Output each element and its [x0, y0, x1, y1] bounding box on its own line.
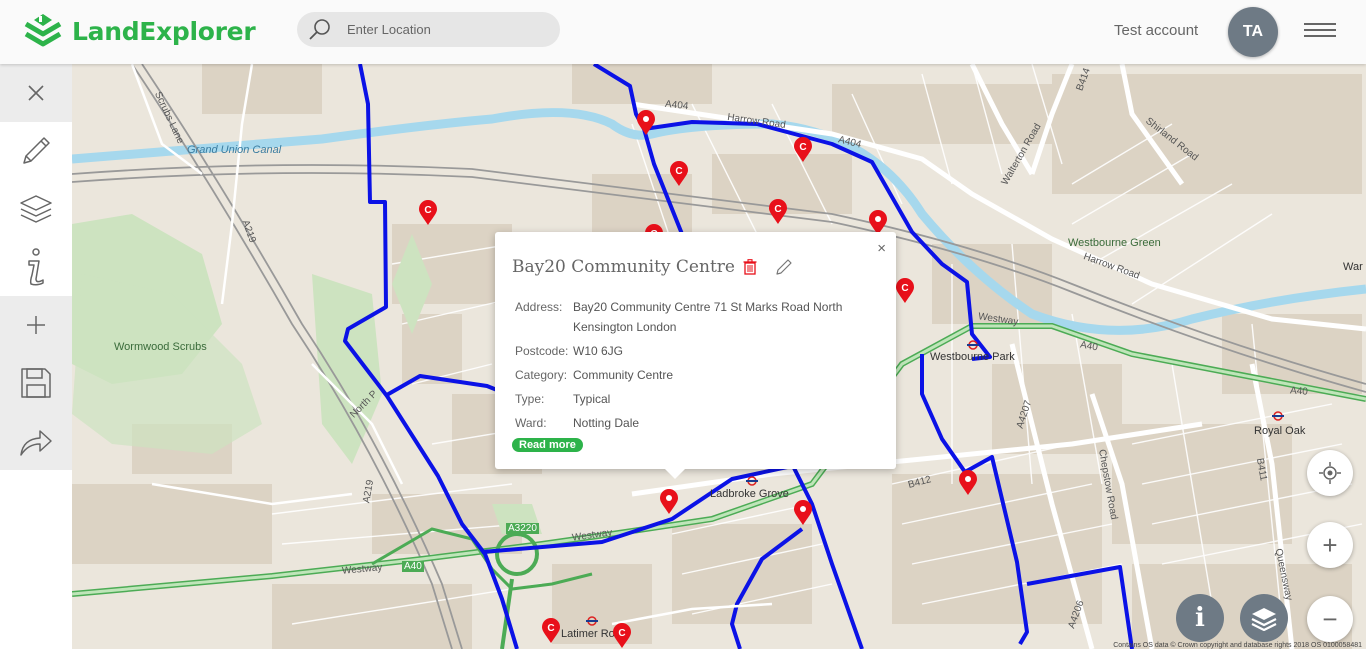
- pencil-icon: [23, 137, 50, 164]
- community-marker[interactable]: C: [418, 200, 438, 226]
- community-marker[interactable]: C: [669, 161, 689, 187]
- address-label: Address:: [515, 300, 563, 314]
- address-value: Bay20 Community Centre 71 St Marks Road …: [573, 300, 843, 334]
- ward-value: Notting Dale: [573, 416, 640, 430]
- popup-row-postcode: Postcode: W10 6JG: [515, 341, 863, 361]
- popup-row-category: Category: Community Centre: [515, 365, 863, 385]
- popup-pointer: [665, 469, 685, 479]
- ward-label: Ward:: [515, 416, 547, 430]
- svg-text:C: C: [424, 205, 431, 216]
- locate-button[interactable]: [1307, 450, 1353, 496]
- category-label: Category:: [515, 368, 568, 382]
- label-royal-oak: Royal Oak: [1254, 425, 1306, 437]
- search-input[interactable]: [345, 21, 549, 38]
- edit-pencil-icon[interactable]: [775, 258, 792, 276]
- label-a3220: A3220: [506, 523, 539, 534]
- label-a404: A404: [664, 98, 689, 113]
- label-latimer-rd: Latimer Ro: [561, 628, 615, 640]
- share-icon: [20, 430, 52, 456]
- popup-title: Bay20 Community Centre: [512, 257, 735, 277]
- popup-title-row: Bay20 Community Centre: [512, 257, 792, 277]
- search-bar[interactable]: [297, 12, 560, 47]
- map-attribution: Contains OS data © Crown copyright and d…: [1113, 642, 1362, 649]
- save-icon: [21, 368, 51, 398]
- label-ladbroke-grove: Ladbroke Grove: [710, 488, 789, 500]
- avatar[interactable]: TA: [1228, 7, 1278, 57]
- label-grand-union-canal: Grand Union Canal: [187, 144, 282, 156]
- sidebar: [0, 64, 72, 649]
- postcode-label: Postcode:: [515, 344, 569, 358]
- station-icon: [1272, 411, 1284, 421]
- sidebar-info-button[interactable]: [0, 238, 72, 296]
- account-name[interactable]: Test account: [1114, 22, 1198, 39]
- sidebar-share-button[interactable]: [0, 412, 72, 470]
- svg-text:C: C: [799, 142, 806, 153]
- zoom-out-button[interactable]: −: [1307, 596, 1353, 642]
- label-wormwood-scrubs: Wormwood Scrubs: [114, 341, 207, 353]
- svg-text:C: C: [675, 166, 682, 177]
- app-name: LandExplorer: [72, 16, 256, 46]
- info-icon: i: [1195, 603, 1205, 633]
- sidebar-draw-button[interactable]: [0, 122, 72, 180]
- label-westbourne-green: Westbourne Green: [1068, 237, 1161, 249]
- logo[interactable]: LandExplorer: [22, 10, 256, 52]
- logo-icon: [24, 14, 62, 47]
- layers-toggle-button[interactable]: [1240, 594, 1288, 642]
- station-icon: [967, 340, 979, 350]
- read-more-button[interactable]: Read more: [512, 438, 583, 452]
- community-marker[interactable]: C: [793, 137, 813, 163]
- label-war: War: [1343, 261, 1363, 273]
- sidebar-add-button[interactable]: [0, 296, 72, 354]
- label-a40-far: A40: [1289, 385, 1309, 398]
- app-header: LandExplorer Test account TA: [0, 0, 1366, 64]
- community-marker[interactable]: C: [541, 618, 561, 644]
- zoom-in-button[interactable]: +: [1307, 522, 1353, 568]
- map-pin-marker[interactable]: [958, 470, 978, 496]
- feature-popup: × Bay20 Community Centre Address: Bay20 …: [495, 232, 896, 479]
- svg-text:C: C: [774, 204, 781, 215]
- community-marker[interactable]: C: [895, 278, 915, 304]
- map-pin-marker-selected[interactable]: [659, 489, 679, 515]
- type-label: Type:: [515, 392, 545, 406]
- layers-icon: [1251, 608, 1277, 631]
- layers-icon: [20, 195, 52, 223]
- sidebar-layers-button[interactable]: [0, 180, 72, 238]
- trash-icon[interactable]: [743, 259, 757, 275]
- svg-text:C: C: [901, 283, 908, 294]
- popup-row-address: Address: Bay20 Community Centre 71 St Ma…: [515, 297, 863, 337]
- community-marker[interactable]: C: [768, 199, 788, 225]
- info-icon: [28, 248, 44, 286]
- label-westbourne-park: Westbourne Park: [930, 351, 1015, 363]
- type-value: Typical: [573, 392, 611, 406]
- label-a40-west: A40: [402, 561, 424, 572]
- station-icon: [746, 476, 758, 486]
- svg-text:C: C: [618, 628, 625, 639]
- sidebar-save-button[interactable]: [0, 354, 72, 412]
- plus-icon: [27, 316, 45, 334]
- postcode-value: W10 6JG: [573, 344, 624, 358]
- popup-details: Address: Bay20 Community Centre 71 St Ma…: [515, 297, 863, 441]
- popup-close-button[interactable]: ×: [877, 240, 886, 257]
- popup-row-type: Type: Typical: [515, 389, 863, 409]
- popup-row-ward: Ward: Notting Dale: [515, 413, 863, 433]
- map-pin-marker[interactable]: [636, 110, 656, 136]
- search-icon[interactable]: [307, 17, 333, 43]
- menu-icon[interactable]: [1304, 23, 1336, 39]
- close-icon: [28, 85, 44, 101]
- info-button[interactable]: i: [1176, 594, 1224, 642]
- svg-text:C: C: [547, 623, 554, 634]
- locate-icon: [1319, 462, 1341, 484]
- community-marker[interactable]: C: [612, 623, 632, 649]
- map-pin-marker[interactable]: [793, 500, 813, 526]
- station-icon: [586, 616, 598, 626]
- category-value: Community Centre: [573, 368, 674, 382]
- sidebar-close-button[interactable]: [0, 64, 72, 122]
